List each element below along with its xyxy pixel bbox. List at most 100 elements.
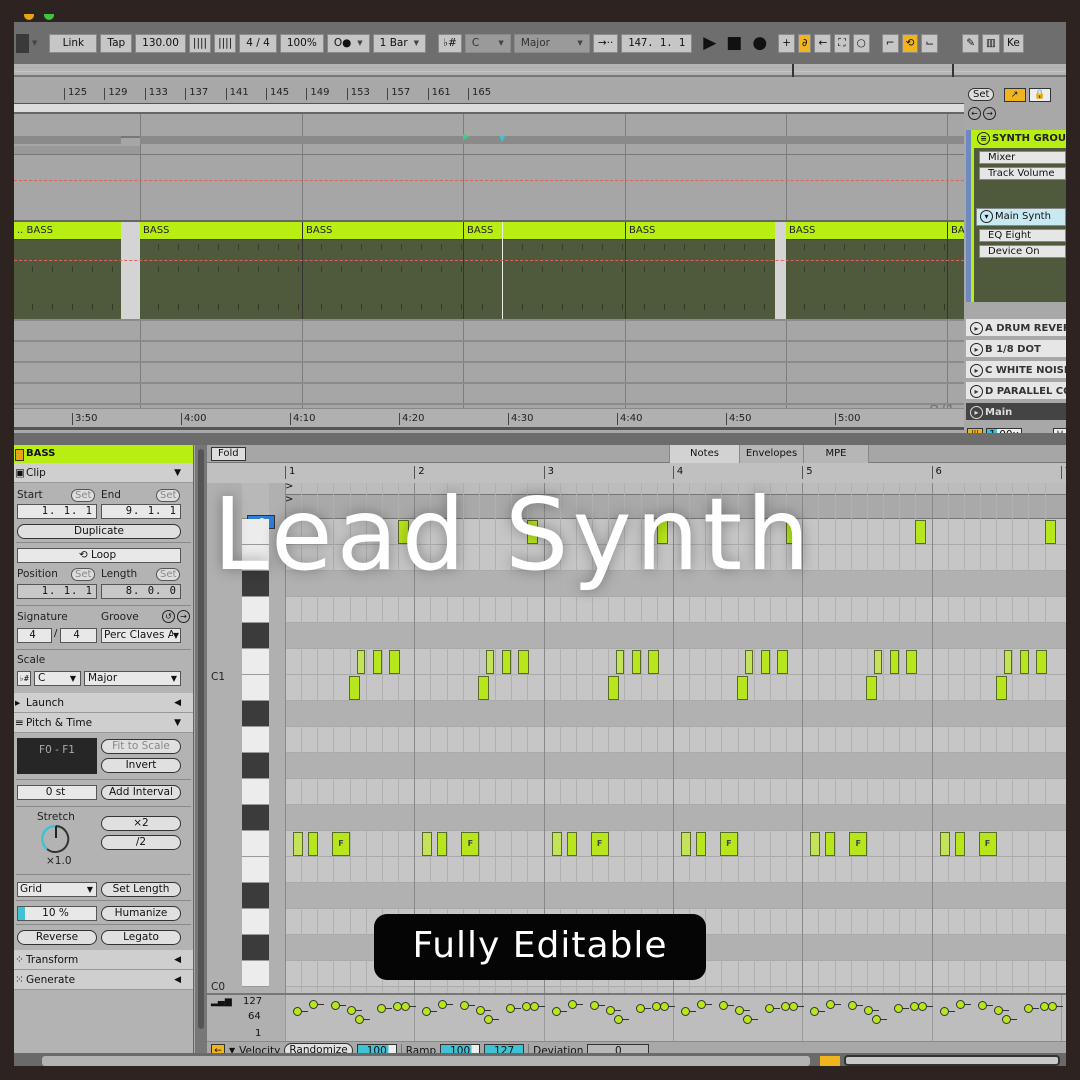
groove-dropdown[interactable]: Perc Claves A ▼ (101, 628, 181, 643)
arrangement-overview[interactable] (14, 64, 1066, 77)
velocity-handle[interactable] (993, 1006, 1003, 1015)
stretch-knob[interactable] (40, 823, 72, 855)
velocity-lane[interactable]: ▂▄▆ 127 64 1 (207, 993, 1066, 1043)
signature-denominator-field[interactable]: 4 (60, 628, 97, 643)
midi-note[interactable] (308, 832, 318, 856)
midi-note[interactable]: F (461, 832, 480, 856)
maximize-button[interactable] (44, 14, 54, 20)
arrangement-clip[interactable]: BASS (463, 222, 625, 319)
velocity-handle[interactable] (918, 1002, 928, 1011)
lock-icon[interactable]: 🔒 (1028, 88, 1051, 102)
midi-note[interactable] (744, 650, 753, 674)
transform-section-header[interactable]: ⁘ Transform ◀ (14, 950, 193, 970)
velocity-handle[interactable] (848, 1001, 858, 1010)
velocity-handle[interactable] (309, 1000, 318, 1009)
grid-dropdown[interactable]: Grid ▼ (17, 882, 97, 897)
reverse-button[interactable]: Reverse (17, 930, 97, 945)
velocity-handle[interactable] (742, 1015, 752, 1024)
velocity-handle[interactable] (438, 1000, 448, 1009)
midi-note[interactable] (874, 650, 883, 674)
main-track[interactable]: ▸ Main (966, 403, 1066, 422)
automation-param-chooser[interactable]: Device On (979, 245, 1066, 258)
midi-note[interactable] (647, 650, 659, 674)
generate-section-header[interactable]: ⁙ Generate ◀ (14, 970, 193, 990)
prev-locator-icon[interactable]: ← (968, 107, 981, 120)
midi-note[interactable] (607, 676, 619, 700)
draw-mode-icon[interactable]: ✎ (962, 33, 980, 53)
midi-note[interactable] (810, 832, 821, 856)
velocity-handle[interactable] (530, 1002, 540, 1011)
automation-arm-icon[interactable]: ∂ (798, 33, 812, 53)
midi-note[interactable] (939, 832, 950, 856)
midi-note[interactable] (915, 520, 927, 544)
midi-note[interactable] (776, 650, 788, 674)
piano-key-white[interactable] (242, 779, 269, 805)
velocity-handle[interactable] (864, 1006, 874, 1015)
arrangement-clip[interactable]: BASS (625, 222, 775, 319)
time-ruler[interactable]: 3:50 4:00 4:10 4:20 4:30 4:40 4:50 5:00 (14, 408, 964, 430)
velocity-handle[interactable] (476, 1006, 486, 1015)
midi-note[interactable] (631, 650, 641, 674)
return-track-d[interactable]: ▸D PARALLEL COMP (966, 382, 1066, 401)
midi-note[interactable] (760, 650, 770, 674)
piano-key-white[interactable] (242, 727, 269, 753)
scale-root-dropdown[interactable]: C ▼ (464, 33, 511, 53)
velocity-handle[interactable] (484, 1015, 494, 1024)
velocity-handle[interactable] (718, 1001, 728, 1010)
loop-toggle[interactable]: ⟲ Loop (17, 548, 181, 563)
signature-numerator-field[interactable]: 4 (17, 628, 52, 643)
bar-ruler[interactable]: 125 129 133 137 141 145 149 153 157 161 165 (14, 86, 964, 104)
set-length-button[interactable]: Set Length (101, 882, 181, 897)
piano-key-black[interactable] (242, 701, 269, 727)
tab-envelopes[interactable]: Envelopes (739, 445, 803, 463)
scale-mode-dropdown[interactable]: Major ▼ (84, 671, 181, 686)
midi-note[interactable] (566, 832, 577, 856)
tempo-field[interactable]: 130.00 (135, 33, 186, 53)
piano-key-white[interactable] (242, 857, 269, 883)
arrangement-clip[interactable]: .. BASS (14, 222, 121, 319)
midi-note[interactable] (349, 676, 360, 700)
draw-automation-icon[interactable]: ↗ (1003, 88, 1026, 102)
automation-param-chooser[interactable]: Track Volume (979, 167, 1066, 180)
arrangement-position-field[interactable]: 147. 1. 1 (621, 33, 693, 53)
fold-button[interactable]: Fold (211, 447, 246, 461)
metronome-button[interactable]: O● ▼ (326, 33, 370, 53)
transpose-field[interactable]: 0 st (17, 785, 97, 800)
double-button[interactable]: ×2 (101, 816, 181, 831)
punch-in-icon[interactable]: ⌐ (881, 33, 899, 53)
velocity-grid[interactable] (285, 995, 1066, 1043)
return-track-c[interactable]: ▸ C WHITE NOISE (966, 361, 1066, 380)
midi-note[interactable] (518, 650, 530, 674)
start-field[interactable]: 1. 1. 1 (17, 504, 97, 519)
velocity-handle[interactable] (939, 1007, 949, 1016)
piano-key-white[interactable] (242, 831, 269, 857)
midi-note[interactable] (1035, 650, 1047, 674)
velocity-handle[interactable] (293, 1007, 302, 1016)
midi-note[interactable] (502, 650, 512, 674)
piano-key-black[interactable] (242, 883, 269, 909)
clip-panel-scrollbar[interactable] (195, 445, 207, 1053)
velocity-handle[interactable] (377, 1004, 386, 1013)
piano-key-black[interactable] (242, 623, 269, 649)
piano-key-black[interactable] (242, 805, 269, 831)
piano-key-black[interactable] (242, 753, 269, 779)
midi-note[interactable]: F (332, 832, 350, 856)
group-track-header[interactable]: ≡ SYNTH GROUP (974, 130, 1066, 148)
end-field[interactable]: 9. 1. 1 (101, 504, 181, 519)
midi-note[interactable] (437, 832, 448, 856)
legato-button[interactable]: Legato (101, 930, 181, 945)
humanize-button[interactable]: Humanize (101, 906, 181, 921)
automation-device-chooser[interactable]: Mixer (979, 151, 1066, 164)
velocity-handle[interactable] (589, 1001, 599, 1010)
session-record-icon[interactable]: ○ (852, 33, 870, 53)
midi-note[interactable] (422, 832, 433, 856)
velocity-handle[interactable] (635, 1004, 645, 1013)
invert-button[interactable]: Invert (101, 758, 181, 773)
piano-key-white[interactable] (242, 649, 269, 675)
position-field[interactable]: 1. 1. 1 (17, 584, 97, 599)
minimize-button[interactable] (24, 14, 34, 20)
midi-note[interactable] (357, 650, 365, 674)
set-start-button[interactable]: Set (71, 489, 96, 502)
clip-section-header[interactable]: ▣ Clip ▼ (14, 463, 193, 483)
midi-note[interactable] (551, 832, 562, 856)
